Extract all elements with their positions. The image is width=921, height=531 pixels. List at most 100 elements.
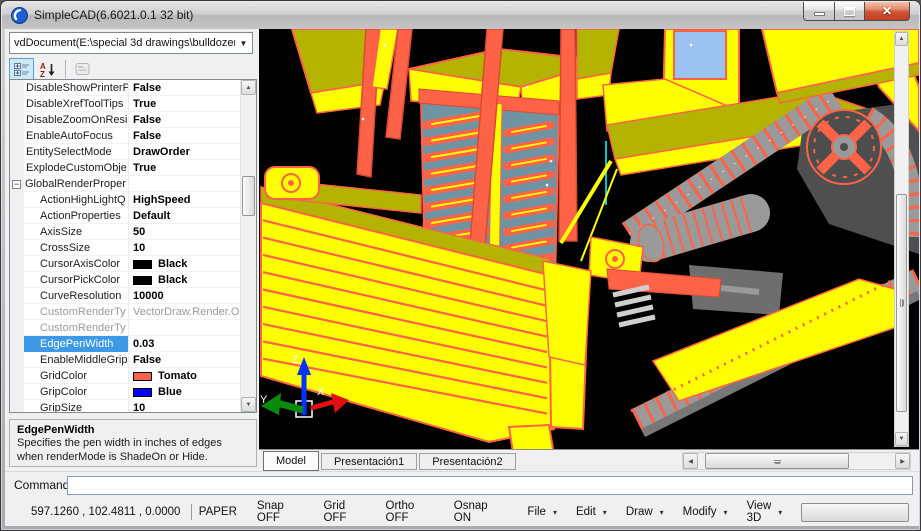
row-gutter [10, 368, 24, 384]
property-value[interactable]: False [129, 352, 240, 368]
scroll-right-icon[interactable]: ▶ [895, 453, 910, 469]
property-value[interactable]: VectorDraw.Render.Op [129, 304, 240, 320]
status-toggle-snap-off[interactable]: Snap OFF [257, 500, 304, 524]
property-row[interactable]: DisableXrefToolTipsTrue [10, 96, 240, 112]
property-value[interactable]: HighSpeed [129, 192, 240, 208]
property-value[interactable]: DrawOrder [129, 144, 240, 160]
property-category-row[interactable]: −GlobalRenderProper [10, 176, 240, 192]
property-value[interactable]: True [129, 160, 240, 176]
document-selector[interactable]: vdDocument(E:\special 3d drawings\bulldo… [9, 32, 253, 54]
status-toggle-osnap-on[interactable]: Osnap ON [454, 500, 502, 524]
row-gutter [10, 160, 24, 176]
application-window: SimpleCAD(6.6021.0.1 32 bit) ✕ vdDocumen… [0, 0, 921, 531]
command-input[interactable] [67, 476, 913, 495]
minimize-button[interactable] [803, 2, 834, 21]
tab-presentaci-n1[interactable]: Presentación1 [321, 453, 417, 470]
row-gutter [10, 96, 24, 112]
row-gutter [10, 320, 24, 336]
property-row[interactable]: AxisSize50 [10, 224, 240, 240]
close-button[interactable]: ✕ [865, 2, 910, 21]
space-mode-toggle[interactable]: PAPER [199, 506, 237, 518]
property-row[interactable]: GripSize10 [10, 400, 240, 412]
property-row[interactable]: CursorAxisColorBlack [10, 256, 240, 272]
status-toggle-grid-off[interactable]: Grid OFF [323, 500, 365, 524]
property-row[interactable]: ExplodeCustomObjeTrue [10, 160, 240, 176]
property-value[interactable]: Black [129, 256, 240, 272]
scroll-down-icon[interactable]: ▼ [241, 397, 256, 412]
menu-view-3d[interactable]: View 3D▾ [747, 500, 783, 524]
collapse-icon[interactable]: − [12, 180, 21, 189]
property-row[interactable]: GripColorBlue [10, 384, 240, 400]
viewport-vertical-scrollbar[interactable]: ▲ ▼ [894, 31, 909, 447]
property-row[interactable]: DisableShowPrinterPFalse [10, 80, 240, 96]
alphabetical-sort-button[interactable]: A Z [35, 58, 60, 80]
row-gutter [10, 240, 24, 256]
property-name: EnableMiddleGripI [24, 352, 128, 368]
property-value[interactable] [129, 176, 240, 192]
menu-file[interactable]: File▾ [527, 500, 557, 524]
scrollbar-thumb[interactable] [896, 194, 907, 412]
property-name: CustomRenderTy [24, 320, 128, 336]
property-value[interactable]: False [129, 112, 240, 128]
chevron-down-icon[interactable]: ▼ [235, 39, 252, 48]
property-value[interactable]: Blue [129, 384, 240, 400]
property-row[interactable]: ActionHighLightQHighSpeed [10, 192, 240, 208]
property-row[interactable]: CurveResolution10000 [10, 288, 240, 304]
property-value[interactable]: 0.03 [129, 336, 240, 352]
property-value[interactable]: 50 [129, 224, 240, 240]
command-line-row: Command: [5, 471, 919, 498]
scroll-down-icon[interactable]: ▼ [895, 432, 908, 446]
status-extra-field[interactable] [801, 503, 909, 522]
property-value[interactable] [129, 320, 240, 336]
property-row[interactable]: ActionPropertiesDefault [10, 208, 240, 224]
property-name: GripSize [24, 400, 128, 412]
property-row[interactable]: CrossSize10 [10, 240, 240, 256]
color-swatch [133, 372, 152, 381]
property-row[interactable]: EdgePenWidth0.03 [10, 336, 240, 352]
property-value[interactable]: False [129, 128, 240, 144]
property-value[interactable]: 10000 [129, 288, 240, 304]
property-value[interactable]: 10 [129, 400, 240, 412]
description-text: Specifies the pen width in inches of edg… [17, 437, 249, 465]
property-value[interactable]: Tomato [129, 368, 240, 384]
scrollbar-thumb[interactable] [705, 453, 849, 469]
property-name: ExplodeCustomObje [24, 160, 128, 176]
property-row[interactable]: CustomRenderTyVectorDraw.Render.Op [10, 304, 240, 320]
property-value[interactable]: 10 [129, 240, 240, 256]
scrollbar-thumb[interactable] [242, 176, 255, 216]
property-row[interactable]: EnableAutoFocusFalse [10, 128, 240, 144]
scroll-up-icon[interactable]: ▲ [895, 32, 908, 46]
property-row[interactable]: CustomRenderTy [10, 320, 240, 336]
property-row[interactable]: DisableZoomOnResizFalse [10, 112, 240, 128]
property-description-panel: EdgePenWidth Specifies the pen width in … [9, 419, 257, 467]
property-value[interactable]: False [129, 80, 240, 96]
property-row[interactable]: CursorPickColorBlack [10, 272, 240, 288]
chevron-down-icon: ▾ [553, 508, 557, 517]
tab-model[interactable]: Model [263, 451, 319, 471]
property-grid-scrollbar[interactable]: ▲ ▼ [240, 80, 256, 412]
svg-text:Z: Z [40, 70, 45, 77]
property-row[interactable]: GridColorTomato [10, 368, 240, 384]
categorized-button[interactable] [9, 58, 34, 80]
property-value[interactable]: Default [129, 208, 240, 224]
menu-draw[interactable]: Draw▾ [626, 500, 664, 524]
row-gutter [10, 256, 24, 272]
drawing-viewport[interactable]: Z X Y ▲ ▼ [259, 29, 919, 449]
maximize-icon [844, 7, 855, 16]
viewport-horizontal-scrollbar[interactable]: ◀ ▶ [682, 452, 911, 470]
row-gutter [10, 128, 24, 144]
scroll-up-icon[interactable]: ▲ [241, 80, 256, 95]
status-toggle-ortho-off[interactable]: Ortho OFF [386, 500, 434, 524]
property-value[interactable]: Black [129, 272, 240, 288]
title-bar[interactable]: SimpleCAD(6.6021.0.1 32 bit) ✕ [2, 2, 919, 29]
menu-modify[interactable]: Modify▾ [683, 500, 728, 524]
scroll-left-icon[interactable]: ◀ [683, 453, 698, 469]
property-row[interactable]: EnableMiddleGripIFalse [10, 352, 240, 368]
tab-presentaci-n2[interactable]: Presentación2 [419, 453, 515, 470]
property-name: GlobalRenderProper [24, 176, 128, 192]
row-gutter [10, 352, 24, 368]
menu-edit[interactable]: Edit▾ [576, 500, 607, 524]
maximize-button[interactable] [834, 2, 865, 21]
property-value[interactable]: True [129, 96, 240, 112]
property-row[interactable]: EntitySelectModeDrawOrder [10, 144, 240, 160]
